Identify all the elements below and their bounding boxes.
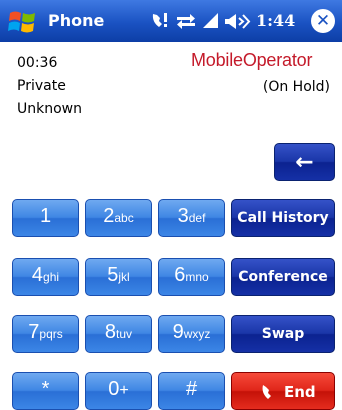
operator-logo-text: MobileOperator (191, 50, 313, 70)
key-0[interactable]: 0+ (85, 372, 152, 410)
key-7[interactable]: 7pqrs (12, 315, 79, 353)
key-letters: mno (185, 270, 209, 284)
key-1[interactable]: 1 (12, 199, 79, 237)
key-digit: 9 (172, 321, 184, 343)
key-letters: ghi (43, 270, 60, 284)
end-call-label: End (284, 383, 316, 401)
speaker-volume-icon[interactable] (224, 10, 252, 32)
end-call-button[interactable]: End (231, 372, 335, 410)
swap-label: Swap (261, 326, 305, 342)
key-digit: # (185, 378, 198, 400)
key-letters: abc (114, 211, 134, 225)
key-letters: pqrs (39, 327, 63, 341)
key-digit: 5 (107, 264, 119, 286)
key-3[interactable]: 3def (158, 199, 225, 237)
key-digit: 1 (39, 205, 52, 227)
signal-strength-icon[interactable] (201, 10, 221, 32)
key-letters: tuv (116, 327, 133, 341)
call-history-button[interactable]: Call History (231, 199, 335, 237)
connectivity-icon[interactable] (175, 10, 197, 32)
key-digit: * (41, 378, 50, 400)
swap-button[interactable]: Swap (231, 315, 335, 353)
key-digit: 0 (108, 378, 120, 400)
key-digit: 3 (177, 205, 189, 227)
app-title: Phone (48, 11, 105, 30)
key-digit: 7 (28, 321, 40, 343)
key-star[interactable]: * (12, 372, 79, 410)
caller-name: Private (17, 78, 66, 94)
key-digit: 8 (104, 321, 117, 343)
close-button[interactable]: ✕ (311, 9, 335, 33)
key-9[interactable]: 9wxyz (158, 315, 225, 353)
close-icon: ✕ (315, 11, 331, 31)
key-hash[interactable]: # (158, 372, 225, 410)
operator-logo: MobileOperator (191, 50, 312, 71)
call-duration: 00:36 (17, 55, 58, 71)
backspace-icon: ← (295, 150, 314, 175)
windows-start-flag-icon[interactable] (8, 8, 38, 36)
title-bar: Phone 1:44 ✕ (0, 0, 342, 42)
key-4[interactable]: 4ghi (12, 258, 79, 296)
phone-handset-icon (262, 385, 271, 399)
key-letters: jkl (118, 270, 130, 284)
key-letters: def (188, 211, 206, 225)
call-history-label: Call History (237, 210, 329, 226)
key-8[interactable]: 8tuv (85, 315, 152, 353)
key-digit: 2 (103, 205, 115, 227)
call-status-icon[interactable] (150, 10, 172, 32)
key-digit: 4 (31, 264, 44, 286)
call-status: (On Hold) (262, 79, 330, 95)
conference-button[interactable]: Conference (231, 258, 335, 296)
key-letters: wxyz (183, 327, 211, 341)
clock[interactable]: 1:44 (256, 11, 295, 30)
conference-label: Conference (238, 269, 328, 285)
key-digit: 6 (174, 264, 186, 286)
key-2[interactable]: 2abc (85, 199, 152, 237)
key-letters: + (119, 382, 129, 399)
key-6[interactable]: 6mno (158, 258, 225, 296)
caller-number: Unknown (17, 101, 82, 117)
backspace-button[interactable]: ← (274, 143, 335, 181)
key-5[interactable]: 5jkl (85, 258, 152, 296)
